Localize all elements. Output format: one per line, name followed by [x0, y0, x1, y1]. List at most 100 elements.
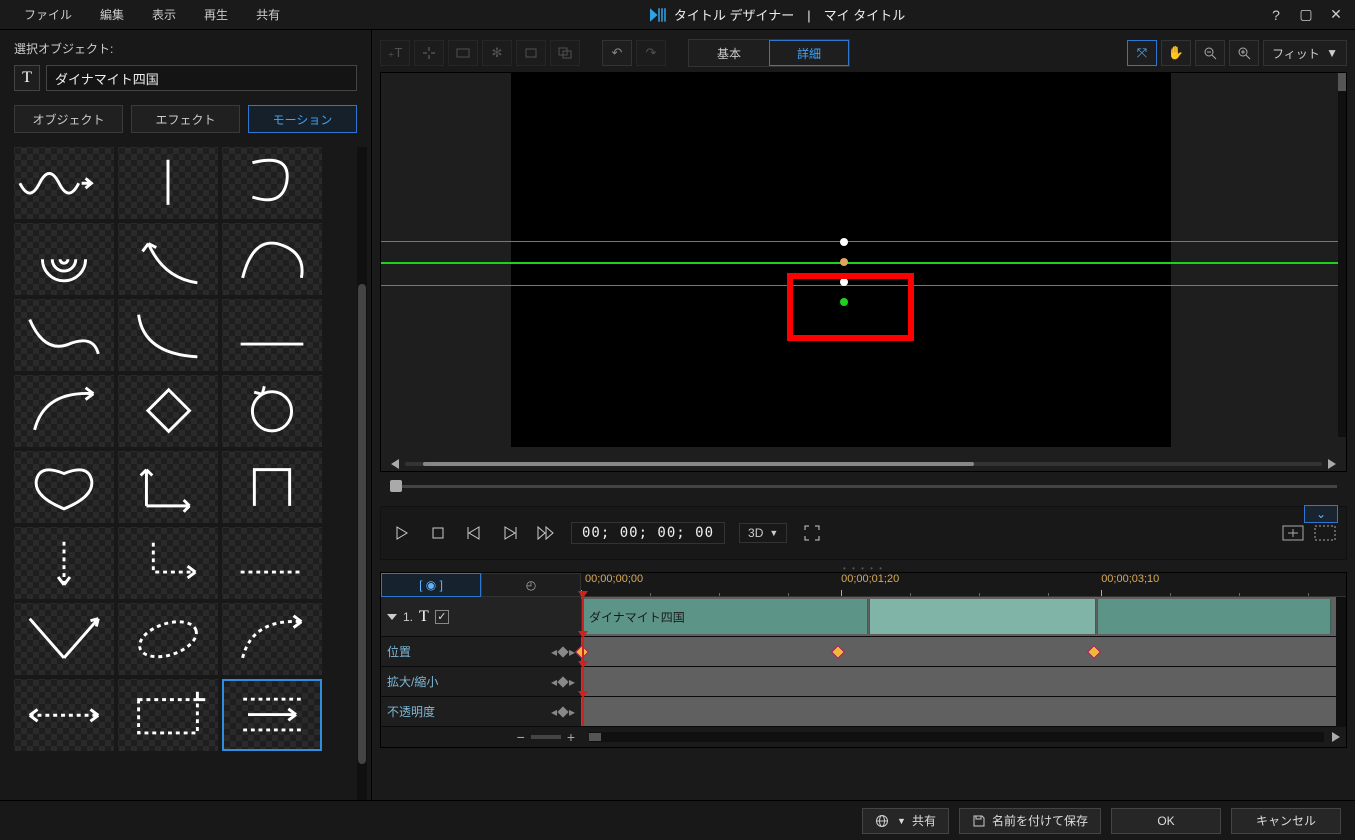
keyframe-nav[interactable]: ◂▸ [551, 675, 575, 689]
motion-preset[interactable] [14, 375, 114, 447]
grid-icon[interactable] [1314, 522, 1336, 544]
undo-icon[interactable]: ↶ [602, 40, 632, 66]
motion-preset[interactable] [118, 451, 218, 523]
timeline-zoom-out[interactable]: − [517, 729, 525, 745]
add-box-icon[interactable] [516, 40, 546, 66]
tab-motion[interactable]: モーション [248, 105, 357, 133]
keyframe[interactable] [831, 644, 845, 658]
add-image-icon[interactable] [448, 40, 478, 66]
keyframe-track[interactable] [581, 697, 1336, 726]
move-tool-icon[interactable]: ⤧ [1127, 40, 1157, 66]
preview-h-scrollbar[interactable] [405, 462, 1322, 466]
preview-zoom-slider[interactable] [390, 485, 1337, 488]
keyframe-nav[interactable]: ◂▸ [551, 705, 575, 719]
timecode-display[interactable]: 00; 00; 00; 00 [571, 522, 725, 544]
scroll-right-icon[interactable] [1332, 732, 1340, 742]
collapse-toggle[interactable]: ⌄ [1304, 505, 1338, 523]
menu-file[interactable]: ファイル [10, 0, 86, 29]
zoom-out-icon[interactable] [1195, 40, 1225, 66]
keyframe-nav[interactable]: ◂▸ [551, 645, 575, 659]
motion-path[interactable] [381, 262, 1338, 264]
add-effect-icon[interactable]: ✻ [482, 40, 512, 66]
tab-effect[interactable]: エフェクト [131, 105, 240, 133]
tab-object[interactable]: オブジェクト [14, 105, 123, 133]
timeline-clock-icon[interactable]: ◴ [481, 573, 581, 597]
menu-play[interactable]: 再生 [190, 0, 242, 29]
keyframe-mode-button[interactable]: [ ◉ ] [381, 573, 481, 597]
ok-button[interactable]: OK [1111, 808, 1221, 834]
preview-v-scrollbar[interactable] [1338, 73, 1346, 437]
motion-preset[interactable] [118, 527, 218, 599]
play-icon[interactable] [391, 522, 413, 544]
motion-preset[interactable] [14, 147, 114, 219]
expand-toggle-icon[interactable] [387, 614, 397, 620]
close-icon[interactable]: ✕ [1321, 3, 1351, 27]
scroll-left-icon[interactable] [391, 459, 399, 469]
motion-preset[interactable] [118, 299, 218, 371]
timeline-zoom-slider[interactable] [531, 735, 561, 739]
keyframe-track[interactable] [581, 637, 1336, 666]
visibility-checkbox[interactable]: ✓ [435, 610, 449, 624]
add-particle-icon[interactable] [414, 40, 444, 66]
left-scrollbar[interactable] [357, 147, 367, 833]
maximize-icon[interactable]: ▢ [1291, 3, 1321, 27]
mode-basic[interactable]: 基本 [689, 40, 769, 66]
panel-resize-grabber[interactable]: • • • • • [843, 564, 884, 570]
motion-preset[interactable] [14, 223, 114, 295]
motion-preset[interactable] [118, 603, 218, 675]
timeline-v-scrollbar[interactable] [1336, 597, 1346, 727]
fullscreen-icon[interactable] [801, 522, 823, 544]
cancel-button[interactable]: キャンセル [1231, 808, 1341, 834]
help-icon[interactable]: ? [1261, 3, 1291, 27]
motion-preset[interactable] [222, 223, 322, 295]
motion-preset[interactable] [118, 375, 218, 447]
keyframe-track[interactable] [581, 667, 1336, 696]
menu-edit[interactable]: 編集 [86, 0, 138, 29]
next-frame-icon[interactable] [499, 522, 521, 544]
motion-preset[interactable] [222, 147, 322, 219]
prop-header-opacity[interactable]: 不透明度 ◂▸ [381, 697, 581, 726]
path-node[interactable] [840, 258, 848, 266]
prev-frame-icon[interactable] [463, 522, 485, 544]
hand-tool-icon[interactable]: ✋ [1161, 40, 1191, 66]
motion-preset[interactable] [222, 375, 322, 447]
timeline-ruler[interactable]: 00;00;00;00 00;00;01;20 00;00;03;10 [581, 573, 1346, 597]
path-node[interactable] [840, 238, 848, 246]
motion-preset[interactable] [222, 299, 322, 371]
motion-preset[interactable] [14, 603, 114, 675]
zoom-in-icon[interactable] [1229, 40, 1259, 66]
motion-preset[interactable] [14, 451, 114, 523]
track-header-main[interactable]: 1. T ✓ [381, 597, 581, 636]
motion-preset[interactable] [118, 679, 218, 751]
redo-icon[interactable]: ↷ [636, 40, 666, 66]
motion-preset[interactable] [14, 527, 114, 599]
motion-preset[interactable] [14, 299, 114, 371]
safe-zone-icon[interactable] [1282, 522, 1304, 544]
motion-preset[interactable] [222, 603, 322, 675]
3d-dropdown[interactable]: 3D▼ [739, 523, 787, 543]
path-node[interactable] [840, 298, 848, 306]
timeline-zoom-in[interactable]: + [567, 729, 575, 745]
fast-forward-icon[interactable] [535, 522, 557, 544]
motion-preset[interactable] [222, 451, 322, 523]
menu-share[interactable]: 共有 [242, 0, 294, 29]
motion-preset[interactable] [118, 223, 218, 295]
selected-object-field[interactable] [46, 65, 357, 91]
add-text-icon[interactable]: ₊T [380, 40, 410, 66]
scroll-right-icon[interactable] [1328, 459, 1336, 469]
stop-icon[interactable] [427, 522, 449, 544]
menu-view[interactable]: 表示 [138, 0, 190, 29]
motion-preset[interactable] [14, 679, 114, 751]
zoom-fit-dropdown[interactable]: フィット▼ [1263, 40, 1347, 66]
preview-stage[interactable] [380, 72, 1347, 472]
mode-advanced[interactable]: 詳細 [769, 40, 849, 66]
motion-preset-selected[interactable] [222, 679, 322, 751]
save-as-button[interactable]: 名前を付けて保存 [959, 808, 1101, 834]
prop-header-scale[interactable]: 拡大/縮小 ◂▸ [381, 667, 581, 696]
timeline-h-scrollbar[interactable] [589, 732, 1324, 742]
share-button[interactable]: ▼ 共有 [862, 808, 949, 834]
motion-preset[interactable] [118, 147, 218, 219]
add-bg-icon[interactable] [550, 40, 580, 66]
keyframe[interactable] [1087, 644, 1101, 658]
clip-track[interactable]: ダイナマイト四国 [581, 597, 1336, 636]
